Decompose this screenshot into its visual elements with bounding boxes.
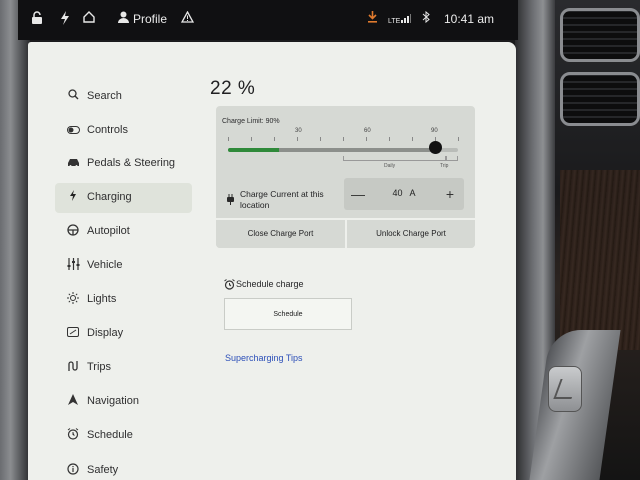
sidebar-item-charging[interactable]: Charging: [55, 183, 192, 213]
plug-icon: [226, 194, 235, 208]
supercharging-tips-link[interactable]: Supercharging Tips: [225, 353, 303, 363]
daily-range-bracket: [343, 156, 446, 161]
warning-icon[interactable]: [180, 10, 194, 27]
display-icon: [65, 326, 81, 342]
battery-fill: [228, 148, 279, 152]
screen-bezel-left: [0, 0, 30, 480]
home-icon[interactable]: [82, 11, 96, 27]
toggle-icon: [65, 123, 81, 139]
charge-settings-panel: Charge Limit: 90% 30 60 90 Daily Trip Ch…: [216, 106, 475, 248]
settings-screen: Search Controls Pedals & Steering Chargi…: [28, 42, 516, 480]
bluetooth-icon[interactable]: [419, 10, 433, 27]
signal-icon: [399, 11, 413, 27]
sidebar-item-label: Display: [87, 327, 124, 339]
lock-icon[interactable]: [30, 11, 44, 27]
sliders-icon: [65, 258, 81, 274]
clock-icon: [65, 428, 81, 444]
schedule-charge-title: Schedule charge: [236, 279, 304, 289]
current-unit: A: [409, 188, 416, 198]
decrement-button[interactable]: —: [348, 184, 368, 204]
sun-icon: [65, 292, 81, 308]
sidebar-item-autopilot[interactable]: Autopilot: [55, 217, 192, 247]
sidebar-item-label: Autopilot: [87, 225, 130, 237]
sidebar-item-vehicle[interactable]: Vehicle: [55, 251, 192, 281]
sidebar-item-label: Controls: [87, 124, 128, 136]
scale-label-30: 30: [295, 128, 302, 134]
sidebar-item-display[interactable]: Display: [55, 319, 192, 349]
air-vent-upper: [560, 8, 640, 62]
bolt-icon[interactable]: [58, 11, 72, 27]
door-button: [548, 366, 582, 412]
charge-limit-slider[interactable]: [228, 148, 458, 152]
charge-current-value: 40 A: [384, 188, 424, 198]
sidebar-item-label: Safety: [87, 464, 119, 476]
sidebar-item-label: Navigation: [87, 395, 139, 407]
unlock-charge-port-button[interactable]: Unlock Charge Port: [347, 220, 475, 248]
steering-wheel-icon: [65, 224, 81, 240]
wood-trim: [560, 170, 640, 350]
clock-time: 10:41 am: [444, 12, 495, 26]
close-charge-port-button[interactable]: Close Charge Port: [216, 220, 347, 248]
sidebar-item-label: Search: [87, 90, 122, 102]
sidebar-item-safety[interactable]: Safety: [55, 456, 192, 480]
current-amount: 40: [392, 188, 403, 198]
route-icon: [65, 360, 81, 376]
navigation-arrow-icon: [65, 394, 81, 410]
daily-range-label: Daily: [384, 163, 396, 169]
scale-label-60: 60: [364, 128, 371, 134]
scale-label-90: 90: [431, 128, 438, 134]
increment-button[interactable]: +: [440, 184, 460, 204]
air-vent-lower: [560, 72, 640, 126]
sidebar-item-trips[interactable]: Trips: [55, 353, 192, 383]
sidebar-item-schedule[interactable]: Schedule: [55, 421, 192, 451]
profile-label[interactable]: Profile: [133, 11, 167, 27]
trip-range-bracket: [446, 156, 458, 161]
charge-current-stepper: — 40 A +: [344, 178, 464, 210]
sidebar-item-label: Vehicle: [87, 259, 123, 271]
person-icon[interactable]: [116, 11, 130, 27]
sidebar-item-lights[interactable]: Lights: [55, 285, 192, 315]
battery-level: 22 %: [210, 78, 256, 99]
search-icon: [65, 89, 81, 105]
charge-target-fill: [278, 148, 435, 152]
charge-current-label: Charge Current at this location: [240, 189, 324, 210]
info-icon: [65, 463, 81, 479]
sidebar-item-label: Lights: [87, 293, 117, 305]
charge-limit-handle[interactable]: [429, 141, 442, 154]
sidebar-item-search[interactable]: Search: [55, 82, 192, 112]
trip-range-label: Trip: [440, 163, 449, 169]
charge-scale-ticks: [228, 137, 460, 142]
charge-limit-label: Charge Limit: 90%: [222, 118, 280, 125]
alarm-clock-icon: [224, 279, 235, 293]
sidebar-item-pedals-steering[interactable]: Pedals & Steering: [55, 149, 192, 179]
schedule-button[interactable]: Schedule: [224, 298, 352, 330]
car-icon: [65, 156, 81, 172]
sidebar-item-label: Charging: [87, 191, 132, 203]
sidebar-item-controls[interactable]: Controls: [55, 116, 192, 146]
download-icon[interactable]: [365, 11, 379, 27]
sidebar-item-navigation[interactable]: Navigation: [55, 387, 192, 417]
sidebar-item-label: Trips: [87, 361, 112, 373]
sidebar-item-label: Schedule: [87, 429, 133, 441]
bolt-icon: [65, 190, 81, 206]
sidebar-item-label: Pedals & Steering: [87, 157, 176, 169]
status-bar: Profile LTE 10:41 am: [18, 0, 518, 40]
